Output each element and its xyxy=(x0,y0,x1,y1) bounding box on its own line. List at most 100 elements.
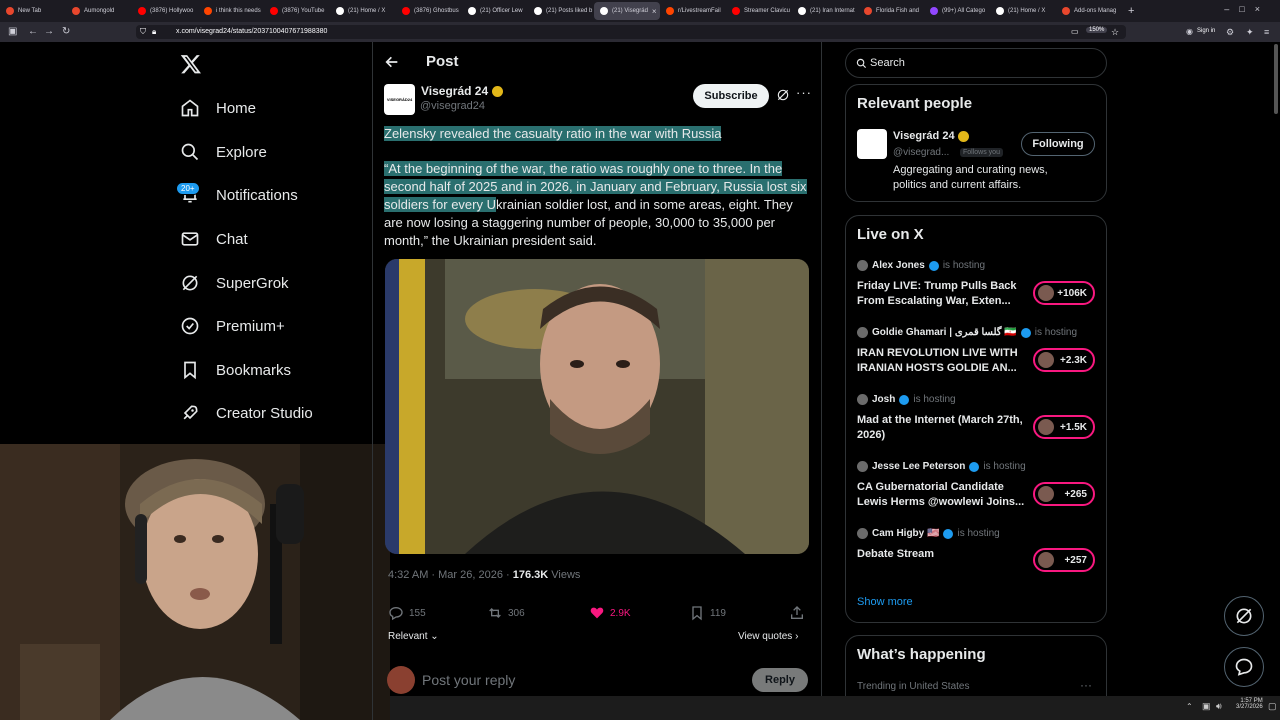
browser-tab[interactable]: (21) Posts liked b xyxy=(528,2,594,20)
browser-tab[interactable]: (21) Iran Internat xyxy=(792,2,858,20)
live-title[interactable]: Mad at the Internet (March 27th, 2026) xyxy=(857,413,1025,443)
reply-action[interactable]: 155 xyxy=(388,605,426,621)
grok-explain-button[interactable] xyxy=(776,88,790,107)
like-action[interactable]: 2.9K xyxy=(589,605,631,621)
notification-center-icon[interactable]: ▢ xyxy=(1268,701,1277,712)
bookmark-icon xyxy=(692,606,702,621)
new-tab-icon[interactable]: + xyxy=(1128,5,1134,17)
post-timestamp[interactable]: 4:32 AM · Mar 26, 2026 · xyxy=(388,569,513,581)
tweet-photo[interactable] xyxy=(385,259,809,554)
reply-input[interactable]: Post your reply xyxy=(422,672,515,688)
browser-tab[interactable]: (21) Visegrád × xyxy=(594,2,660,20)
live-title[interactable]: CA Gubernatorial Candidate Lewis Herms @… xyxy=(857,480,1025,510)
show-more-link[interactable]: Show more xyxy=(857,596,913,608)
browser-tab[interactable]: (21) Home / X xyxy=(990,2,1056,20)
tab-label: (21) Visegrád xyxy=(612,8,648,14)
shield-icon[interactable]: ⛉ xyxy=(140,25,146,39)
reply-count: 155 xyxy=(409,607,426,619)
zelensky-photo xyxy=(385,259,809,554)
sign-in-link[interactable]: Sign in xyxy=(1197,28,1215,34)
repost-action[interactable]: 306 xyxy=(487,605,525,621)
sidebar-toggle-icon[interactable]: ▣ xyxy=(8,25,17,39)
trend-more-icon[interactable]: ··· xyxy=(1080,678,1092,692)
author-name[interactable]: Visegrád 24 xyxy=(421,84,503,98)
browser-tab[interactable]: (99+) All Catego xyxy=(924,2,990,20)
live-host[interactable]: Jesse Lee Peterson is hosting xyxy=(857,461,1026,472)
browser-tab[interactable]: Aumongold xyxy=(66,2,132,20)
heart-icon xyxy=(590,607,604,619)
live-title[interactable]: Friday LIVE: Trump Pulls Back From Escal… xyxy=(857,279,1025,309)
views-label: Views xyxy=(548,569,581,581)
nav-premium[interactable]: Premium+ xyxy=(180,311,285,341)
live-title[interactable]: Debate Stream xyxy=(857,547,1025,562)
nav-explore[interactable]: Explore xyxy=(180,137,267,167)
live-listeners-pill[interactable]: +2.3K xyxy=(1033,348,1095,372)
menu-icon[interactable]: ≡ xyxy=(1264,25,1269,39)
bookmark-star-icon[interactable]: ☆ xyxy=(1111,25,1119,39)
live-listeners-pill[interactable]: +257 xyxy=(1033,548,1095,572)
zoom-level[interactable]: 150% xyxy=(1086,27,1108,33)
browser-tab[interactable]: (3876) Ghostbus xyxy=(396,2,462,20)
search-input[interactable]: Search xyxy=(845,48,1107,78)
relevant-person-avatar[interactable] xyxy=(857,129,887,159)
subscribe-button[interactable]: Subscribe xyxy=(693,84,769,108)
live-host[interactable]: Goldie Ghamari | گلسا قمری 🇮🇷 is hosting xyxy=(857,327,1077,338)
view-quotes-link[interactable]: View quotes › xyxy=(738,631,798,642)
grok-float-button[interactable] xyxy=(1224,596,1264,636)
browser-tab[interactable]: r/LivestreamFail xyxy=(660,2,726,20)
reply-button[interactable]: Reply xyxy=(752,668,808,692)
author-avatar[interactable]: VISEGRÁD24 xyxy=(384,84,415,115)
browser-tab[interactable]: Florida Fish and xyxy=(858,2,924,20)
browser-tab[interactable]: New Tab xyxy=(0,2,66,20)
live-host[interactable]: Cam Higby 🇺🇸 is hosting xyxy=(857,528,1000,539)
bookmark-action[interactable]: 119 xyxy=(689,605,726,621)
x-logo[interactable] xyxy=(180,53,202,80)
tab-close-icon[interactable]: × xyxy=(652,7,657,16)
live-title[interactable]: IRAN REVOLUTION LIVE WITH IRANIAN HOSTS … xyxy=(857,346,1025,376)
tray-chevron-icon[interactable]: ⌃ xyxy=(1186,702,1193,711)
live-host[interactable]: Josh is hosting xyxy=(857,394,956,405)
avatar xyxy=(1038,419,1054,435)
url-field[interactable]: ⛉ 🔒︎ x.com/visegrad24/status/20371004076… xyxy=(136,25,1126,39)
live-listeners-pill[interactable]: +106K xyxy=(1033,281,1095,305)
nav-chat[interactable]: Chat xyxy=(180,224,248,254)
live-host[interactable]: Alex Jones is hosting xyxy=(857,260,985,271)
author-handle[interactable]: @visegrad24 xyxy=(420,100,485,112)
nav-bookmarks[interactable]: Bookmarks xyxy=(180,355,291,385)
ext2-icon[interactable]: ✦ xyxy=(1246,25,1254,39)
reply-sort-dropdown[interactable]: Relevant ⌄ xyxy=(388,631,439,642)
tray-volume-icon[interactable]: 🔊︎ xyxy=(1216,701,1222,712)
browser-tab[interactable]: (21) Home / X xyxy=(330,2,396,20)
browser-tab[interactable]: i think this needs xyxy=(198,2,264,20)
browser-tab[interactable]: (3876) Hollywoo xyxy=(132,2,198,20)
browser-tab[interactable]: Streamer Clavicu xyxy=(726,2,792,20)
chat-float-button[interactable] xyxy=(1224,647,1264,687)
window-controls-icon[interactable]: –□× xyxy=(1224,4,1270,14)
browser-tab[interactable]: (21) Officer Lew xyxy=(462,2,528,20)
tray-clock[interactable]: 1:57 PM 3/27/2026 xyxy=(1236,698,1263,710)
account-icon[interactable]: ◉ xyxy=(1186,25,1193,39)
back-button[interactable] xyxy=(384,54,400,75)
scrollbar-thumb[interactable] xyxy=(1274,44,1278,114)
tray-network-icon[interactable]: ▣ xyxy=(1202,701,1211,712)
forward-icon[interactable]: → xyxy=(44,25,54,39)
browser-tab[interactable]: (3876) YouTube xyxy=(264,2,330,20)
nav-creator-studio[interactable]: Creator Studio xyxy=(180,398,313,428)
nav-premium-label: Premium+ xyxy=(216,317,285,335)
extensions-icon[interactable]: ⚙ xyxy=(1226,25,1234,39)
relevant-person-name-text: Visegrád 24 xyxy=(893,130,955,142)
live-listeners-pill[interactable]: +265 xyxy=(1033,482,1095,506)
live-listeners-pill[interactable]: +1.5K xyxy=(1033,415,1095,439)
nav-supergrok[interactable]: SuperGrok xyxy=(180,268,289,298)
reader-icon[interactable]: ▭ xyxy=(1071,25,1079,39)
nav-home[interactable]: Home xyxy=(180,93,256,123)
back-icon[interactable]: ← xyxy=(28,25,38,39)
more-options-icon[interactable]: ··· xyxy=(796,85,812,100)
tray-date: 3/27/2026 xyxy=(1236,704,1263,710)
browser-tab[interactable]: Add-ons Manag xyxy=(1056,2,1122,20)
share-action[interactable] xyxy=(789,605,805,626)
relevant-person-name[interactable]: Visegrád 24 xyxy=(893,130,969,142)
reload-icon[interactable]: ↻ xyxy=(62,25,70,39)
following-button[interactable]: Following xyxy=(1021,132,1095,156)
user-avatar[interactable] xyxy=(387,666,415,694)
